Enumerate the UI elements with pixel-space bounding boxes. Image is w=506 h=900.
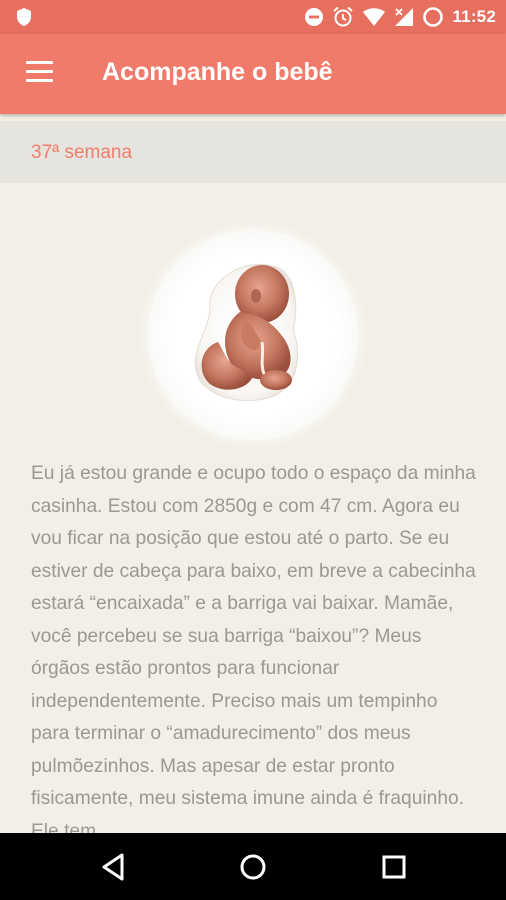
content-area[interactable]: Eu já estou grande e ocupo todo o espaço… [0, 183, 506, 833]
week-description: Eu já estou grande e ocupo todo o espaço… [31, 463, 476, 833]
alarm-icon [333, 6, 354, 27]
signal-icon [395, 8, 414, 26]
do-not-disturb-icon [305, 8, 324, 26]
clock: 11:52 [452, 7, 496, 26]
fetus-illustration [194, 263, 299, 402]
baby-illustration [148, 230, 358, 440]
battery-icon [423, 7, 444, 27]
recents-icon[interactable] [374, 848, 414, 886]
hamburger-menu-icon[interactable] [26, 61, 54, 85]
wifi-icon [363, 8, 386, 26]
week-header: 37ª semana [0, 121, 506, 183]
back-icon[interactable] [94, 848, 134, 886]
shield-icon [17, 8, 31, 26]
week-label: 37ª semana [31, 142, 133, 163]
status-bar: 11:52 [0, 0, 506, 34]
home-icon[interactable] [233, 848, 273, 886]
page-title: Acompanhe o bebê [102, 58, 333, 86]
app-bar: Acompanhe o bebê [0, 34, 506, 114]
navigation-bar [0, 833, 506, 900]
